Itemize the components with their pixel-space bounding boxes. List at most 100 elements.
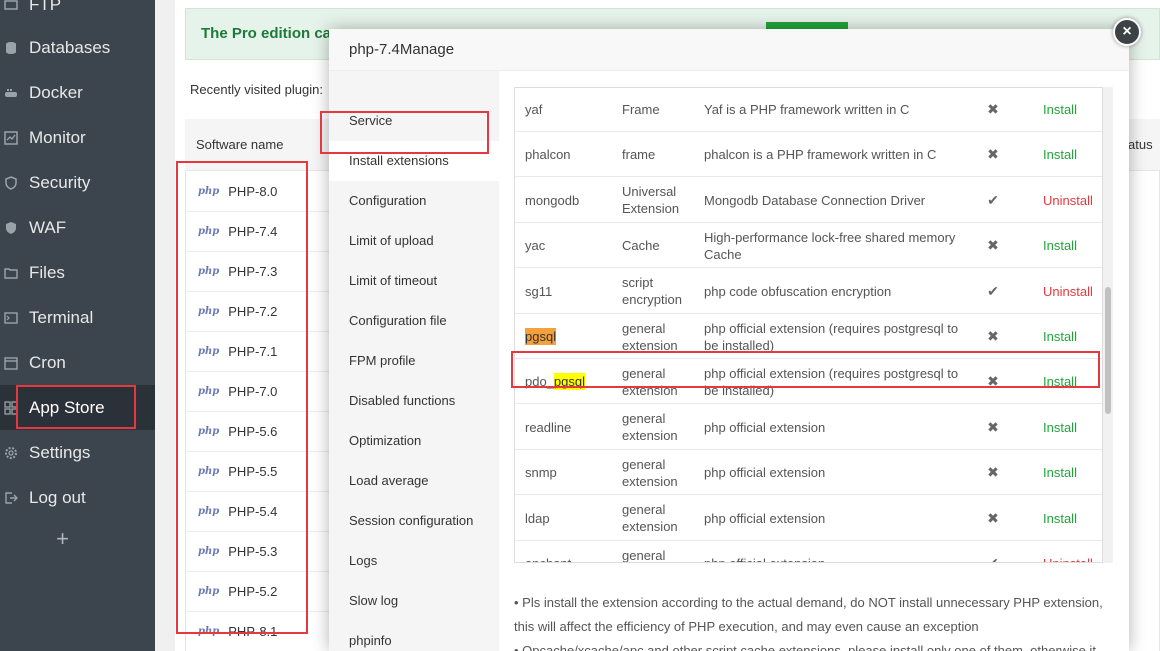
extension-description: php official extension — [704, 510, 826, 526]
install-link[interactable]: Install — [1043, 132, 1102, 177]
folder-icon — [4, 266, 18, 280]
install-link[interactable]: Install — [1043, 223, 1102, 268]
close-icon[interactable]: × — [1113, 18, 1141, 46]
uninstall-link[interactable]: Uninstall — [1043, 178, 1102, 223]
install-link[interactable]: Install — [1043, 496, 1102, 541]
highlight-app-store — [16, 385, 136, 429]
extension-row-phalcon: phalcon frame phalcon is a PHP framework w… — [515, 132, 1102, 178]
sidebar-item-label: WAF — [29, 217, 67, 237]
extensions-table: yaf Frame Yaf is a PHP framework written i… — [514, 87, 1103, 563]
scrollbar-thumb[interactable] — [1105, 287, 1111, 414]
extension-type: general extension — [622, 411, 678, 444]
sidebar-item-label: Monitor — [29, 127, 86, 147]
extension-description: php official extension — [704, 465, 826, 481]
tab-configuration-file[interactable]: Configuration file — [329, 301, 499, 341]
extension-name: yaf — [525, 102, 543, 117]
tab-configuration[interactable]: Configuration — [329, 181, 499, 221]
tab-fpm-profile[interactable]: FPM profile — [329, 341, 499, 381]
sidebar-item-terminal[interactable]: Terminal — [0, 295, 155, 340]
tip-item: • Pls install the extension according to… — [514, 595, 1103, 634]
ftp-icon — [4, 0, 18, 12]
tip-item: • Opcache/xcache/apc and other script ca… — [514, 643, 1096, 651]
highlight-pdo-pgsql-row — [511, 351, 1100, 388]
extension-row-enchant: enchant general extension php official ext… — [515, 541, 1102, 563]
database-icon — [4, 41, 18, 55]
check-icon: ✔ — [987, 282, 999, 299]
extension-row-yac: yac Cache High-performance lock-free share… — [515, 223, 1102, 269]
sidebar-item-label: Databases — [29, 37, 111, 57]
extension-name: readline — [525, 419, 572, 435]
add-menu-button[interactable]: + — [0, 526, 125, 552]
extension-type: Cache — [622, 238, 660, 254]
extension-description: php official extension — [704, 541, 974, 562]
sidebar-item-monitor[interactable]: Monitor — [0, 115, 155, 160]
uninstall-link[interactable]: Uninstall — [1043, 269, 1102, 314]
tips-list: • Pls install the extension according to… — [514, 591, 1114, 651]
tab-load-average[interactable]: Load average — [329, 461, 499, 501]
extension-name: ldap — [525, 510, 550, 526]
sidebar-item-waf[interactable]: WAF — [0, 205, 155, 250]
extension-type: Frame — [622, 102, 660, 117]
tab-logs[interactable]: Logs — [329, 541, 499, 581]
column-status: atus — [1128, 137, 1153, 152]
cross-icon: ✖ — [987, 464, 999, 481]
extension-name: mongodb — [525, 192, 580, 208]
sidebar-item-docker[interactable]: Docker — [0, 70, 155, 115]
monitor-icon — [4, 130, 18, 145]
sidebar-item-label: Log out — [29, 487, 86, 507]
extension-description: phalcon is a PHP framework written in C — [704, 147, 937, 163]
sidebar-item-security[interactable]: Security — [0, 160, 155, 205]
pro-banner-text: The Pro edition can — [201, 25, 341, 42]
tab-limit-of-upload[interactable]: Limit of upload — [329, 221, 499, 261]
docker-icon — [4, 86, 18, 100]
sidebar-item-databases[interactable]: Databases — [0, 25, 155, 70]
uninstall-link[interactable]: Uninstall — [1043, 541, 1102, 562]
check-icon: ✔ — [987, 191, 999, 208]
sidebar-item-label: Security — [29, 172, 91, 192]
extension-description: Yaf is a PHP framework written in C — [704, 102, 910, 117]
extension-type: general extension — [622, 502, 678, 535]
extension-name: enchant — [525, 541, 615, 562]
tab-slow-log[interactable]: Slow log — [329, 581, 499, 621]
tab-limit-of-timeout[interactable]: Limit of timeout — [329, 261, 499, 301]
sidebar-item-label: Cron — [29, 352, 66, 372]
install-link[interactable]: Install — [1043, 88, 1102, 132]
tab-optimization[interactable]: Optimization — [329, 421, 499, 461]
sidebar-item-label: Terminal — [29, 307, 94, 327]
cross-icon: ✖ — [987, 509, 999, 526]
extension-name: snmp — [525, 465, 557, 481]
cross-icon: ✖ — [987, 101, 999, 117]
sidebar-item-label: Docker — [29, 82, 83, 102]
sidebar-item-cron[interactable]: Cron — [0, 340, 155, 385]
extension-type: frame — [622, 147, 656, 163]
install-link[interactable]: Install — [1043, 450, 1102, 495]
dialog-title: php-7.4Manage — [329, 29, 1129, 71]
check-icon: ✔ — [987, 555, 999, 563]
sidebar-item-settings[interactable]: Settings — [0, 430, 155, 475]
extension-name: phalcon — [525, 147, 571, 163]
tab-phpinfo[interactable]: phpinfo — [329, 621, 499, 651]
extension-type: Universal Extension — [622, 184, 680, 217]
extension-row-readline: readline general extension php official ex… — [515, 405, 1102, 450]
search-highlight: pgsql — [525, 328, 557, 345]
sidebar-item-label: Settings — [29, 442, 91, 462]
tab-disabled-functions[interactable]: Disabled functions — [329, 381, 499, 421]
cross-icon: ✖ — [987, 146, 999, 163]
sidebar-item-log-out[interactable]: Log out — [0, 475, 155, 520]
column-software-name: Software name — [196, 137, 284, 152]
extension-description: php official extension — [704, 419, 826, 435]
extension-row-mongodb: mongodb Universal Extension Mongodb Databa… — [515, 178, 1102, 223]
extension-type: script encryption — [622, 275, 682, 308]
extensions-scrollbar[interactable] — [1103, 87, 1113, 563]
extension-description: High-performance lock-free shared memory… — [704, 229, 956, 262]
tab-session-configuration[interactable]: Session configuration — [329, 501, 499, 541]
sidebar-item-ftp[interactable]: FTP — [0, 0, 155, 27]
sidebar-item-label: FTP — [29, 0, 62, 14]
extension-name: yac — [525, 238, 546, 254]
extension-row-yaf: yaf Frame Yaf is a PHP framework written i… — [515, 88, 1102, 132]
sidebar-item-files[interactable]: Files — [0, 250, 155, 295]
terminal-icon — [4, 311, 18, 325]
extension-row-sg11: sg11 script encryption php code obfuscatio… — [515, 269, 1102, 314]
shield-icon — [4, 175, 18, 190]
install-link[interactable]: Install — [1043, 405, 1102, 450]
